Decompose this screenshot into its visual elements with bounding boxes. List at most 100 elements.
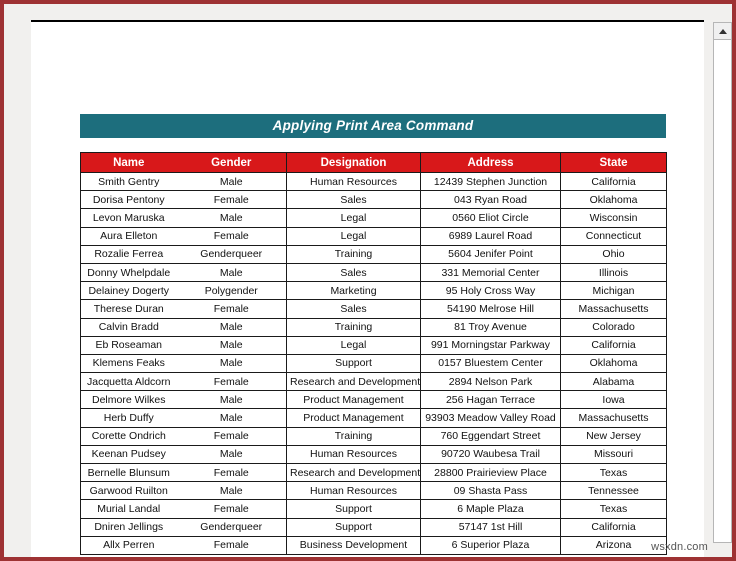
- cell-gender: Female: [176, 372, 287, 392]
- cell-designation: Product Management: [286, 408, 421, 428]
- column-header-address[interactable]: Address: [420, 152, 561, 173]
- cell-gender: Male: [176, 263, 287, 283]
- cell-address: 81 Troy Avenue: [420, 318, 561, 337]
- cell-designation: Legal: [286, 227, 421, 246]
- cell-address: 28800 Prairieview Place: [420, 463, 561, 483]
- column-header-designation[interactable]: Designation: [286, 152, 421, 173]
- table-row: Garwood Ruilton Male Human Resources 09 Sha…: [80, 481, 667, 501]
- cell-name: Garwood Ruilton: [80, 481, 177, 501]
- cell-name: Herb Duffy: [80, 408, 177, 428]
- column-header-gender[interactable]: Gender: [176, 152, 287, 173]
- cell-name: Delainey Dogerty: [80, 281, 177, 301]
- cell-gender: Male: [176, 481, 287, 501]
- cell-name: Dniren Jellings: [80, 518, 177, 537]
- cell-name: Dorisa Pentony: [80, 190, 177, 210]
- table-row: Herb Duffy Male Product Management 93903 Me…: [80, 408, 667, 428]
- cell-address: 331 Memorial Center: [420, 263, 561, 283]
- table-body: Smith Gentry Male Human Resources 12439 Ste…: [80, 172, 667, 555]
- cell-gender: Male: [176, 172, 287, 192]
- cell-state: Wisconsin: [560, 208, 667, 228]
- cell-gender: Female: [176, 299, 287, 319]
- cell-state: Iowa: [560, 390, 667, 410]
- cell-designation: Sales: [286, 299, 421, 319]
- cell-designation: Product Management: [286, 390, 421, 410]
- cell-state: California: [560, 518, 667, 537]
- cell-address: 12439 Stephen Junction: [420, 172, 561, 192]
- cell-address: 93903 Meadow Valley Road: [420, 408, 561, 428]
- table-row: Delmore Wilkes Male Product Management 256 …: [80, 390, 667, 410]
- table-row: Corette Ondrich Female Training 760 Eggenda…: [80, 427, 667, 446]
- cell-state: New Jersey: [560, 427, 667, 446]
- site-watermark: wsxdn.com: [651, 541, 708, 553]
- cell-address: 043 Ryan Road: [420, 190, 561, 210]
- cell-address: 5604 Jenifer Point: [420, 245, 561, 264]
- cell-designation: Training: [286, 427, 421, 446]
- cell-designation: Training: [286, 318, 421, 337]
- cell-state: Texas: [560, 499, 667, 519]
- table-row: Keenan Pudsey Male Human Resources 90720 Wa…: [80, 445, 667, 465]
- vertical-scrollbar[interactable]: [713, 22, 732, 543]
- table-row: Therese Duran Female Sales 54190 Melrose Hi…: [80, 299, 667, 319]
- scroll-up-button[interactable]: [714, 23, 731, 40]
- cell-state: Colorado: [560, 318, 667, 337]
- cell-designation: Business Development: [286, 536, 421, 555]
- table-row: Dorisa Pentony Female Sales 043 Ryan Road Ok…: [80, 190, 667, 210]
- cell-name: Bernelle Blunsum: [80, 463, 177, 483]
- table-header: Name Gender Designation Address State: [80, 152, 667, 173]
- cell-designation: Support: [286, 518, 421, 537]
- cell-address: 6989 Laurel Road: [420, 227, 561, 246]
- cell-address: 0157 Bluestem Center: [420, 354, 561, 374]
- cell-gender: Female: [176, 499, 287, 519]
- cell-gender: Male: [176, 408, 287, 428]
- cell-address: 0560 Eliot Circle: [420, 208, 561, 228]
- cell-designation: Support: [286, 499, 421, 519]
- cell-name: Therese Duran: [80, 299, 177, 319]
- cell-state: Texas: [560, 463, 667, 483]
- triangle-up-icon: [718, 28, 727, 34]
- table-row: Murial Landal Female Support 6 Maple Plaza T…: [80, 499, 667, 519]
- table-row: Eb Roseaman Male Legal 991 Morningstar Park…: [80, 336, 667, 355]
- cell-state: Tennessee: [560, 481, 667, 501]
- table-row: Klemens Feaks Male Support 0157 Bluestem Ce…: [80, 354, 667, 374]
- cell-designation: Human Resources: [286, 481, 421, 501]
- cell-gender: Female: [176, 427, 287, 446]
- scrollbar-track[interactable]: [714, 41, 731, 542]
- cell-address: 256 Hagan Terrace: [420, 390, 561, 410]
- column-header-name[interactable]: Name: [80, 152, 177, 173]
- cell-gender: Polygender: [176, 281, 287, 301]
- cell-address: 57147 1st Hill: [420, 518, 561, 537]
- cell-gender: Female: [176, 190, 287, 210]
- cell-state: Oklahoma: [560, 190, 667, 210]
- table-row: Aura Elleton Female Legal 6989 Laurel Road C…: [80, 227, 667, 246]
- column-header-state[interactable]: State: [560, 152, 667, 173]
- cell-state: Alabama: [560, 372, 667, 392]
- cell-gender: Male: [176, 336, 287, 355]
- cell-address: 54190 Melrose Hill: [420, 299, 561, 319]
- document-page-sheet: Applying Print Area Command Name Gender …: [31, 20, 704, 557]
- cell-address: 760 Eggendart Street: [420, 427, 561, 446]
- cell-gender: Female: [176, 463, 287, 483]
- cell-designation: Marketing: [286, 281, 421, 301]
- cell-designation: Support: [286, 354, 421, 374]
- cell-name: Corette Ondrich: [80, 427, 177, 446]
- cell-designation: Legal: [286, 208, 421, 228]
- cell-name: Rozalie Ferrea: [80, 245, 177, 264]
- cell-gender: Genderqueer: [176, 245, 287, 264]
- cell-designation: Research and Development: [286, 372, 421, 392]
- cell-name: Keenan Pudsey: [80, 445, 177, 465]
- cell-designation: Legal: [286, 336, 421, 355]
- table-row: Smith Gentry Male Human Resources 12439 Ste…: [80, 172, 667, 192]
- cell-designation: Training: [286, 245, 421, 264]
- cell-designation: Human Resources: [286, 172, 421, 192]
- cell-state: Massachusetts: [560, 408, 667, 428]
- cell-address: 991 Morningstar Parkway: [420, 336, 561, 355]
- cell-address: 95 Holy Cross Way: [420, 281, 561, 301]
- cell-gender: Female: [176, 536, 287, 555]
- cell-state: Oklahoma: [560, 354, 667, 374]
- page-title-banner: Applying Print Area Command: [80, 114, 666, 138]
- cell-name: Calvin Bradd: [80, 318, 177, 337]
- cell-state: Missouri: [560, 445, 667, 465]
- cell-name: Delmore Wilkes: [80, 390, 177, 410]
- table-row: Calvin Bradd Male Training 81 Troy Avenue Co…: [80, 318, 667, 337]
- cell-designation: Sales: [286, 190, 421, 210]
